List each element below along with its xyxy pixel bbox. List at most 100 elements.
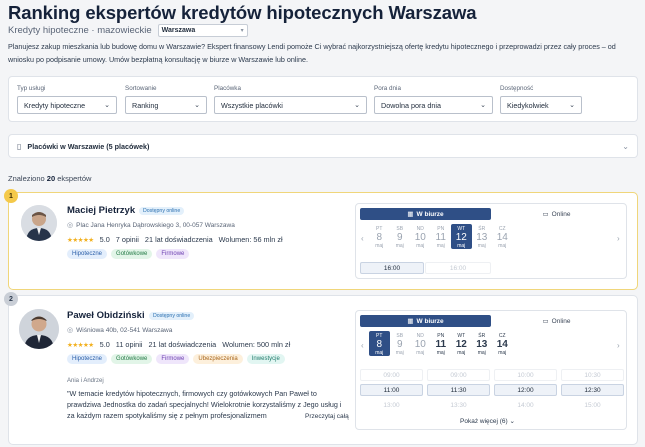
next-week-icon[interactable]: › bbox=[617, 234, 620, 243]
day-cell[interactable]: CZ 14 maj bbox=[492, 331, 513, 356]
tag: Firmowe bbox=[156, 354, 190, 364]
availability-select[interactable]: Kiedykolwiek ⌄ bbox=[500, 96, 582, 114]
person-photo-icon bbox=[19, 309, 59, 349]
time-slot[interactable]: 12:00 bbox=[494, 384, 557, 396]
chevron-down-icon: ⌄ bbox=[569, 102, 575, 109]
tag: Hipoteczne bbox=[67, 354, 108, 364]
expert-name[interactable]: Maciej Pietrzyk bbox=[67, 205, 135, 216]
day-month: maj bbox=[477, 243, 486, 249]
expert-card: 1 Maciej Pietrzyk Dostępny online ◎ Plac… bbox=[4, 189, 638, 290]
day-cell: ND 10 maj bbox=[410, 331, 431, 356]
select-value: Kredyty hipoteczne bbox=[24, 100, 86, 110]
day-cell[interactable]: ŚR 13 maj bbox=[472, 331, 493, 356]
filter-branch: Placówka Wszystkie placówki ⌄ bbox=[214, 85, 367, 114]
tag: Inwestycje bbox=[246, 354, 285, 364]
filter-label: Sortowanie bbox=[125, 85, 157, 92]
day-date: 14 bbox=[496, 339, 508, 350]
tag: Gotówkowe bbox=[111, 249, 153, 259]
city-select-value: Warszawa bbox=[161, 27, 196, 34]
time-slot-unavailable: 09:00 bbox=[360, 369, 423, 381]
day-month: maj bbox=[395, 350, 404, 356]
read-more-link[interactable]: Przeczytaj całą bbox=[301, 413, 353, 420]
service-type-select[interactable]: Kredyty hipoteczne ⌄ bbox=[17, 96, 117, 114]
show-more-button[interactable]: Pokaż więcej (6) ⌄ bbox=[460, 417, 515, 425]
mode-online-label: Online bbox=[551, 210, 571, 218]
time-slot[interactable]: 16:00 bbox=[360, 262, 424, 274]
mode-office-label: W biurze bbox=[416, 317, 444, 325]
rating-value: 5.0 bbox=[99, 340, 110, 349]
day-date: 9 bbox=[396, 339, 403, 350]
day-date: 14 bbox=[496, 232, 508, 243]
day-cell: PN 11 maj bbox=[431, 224, 452, 249]
time-slot[interactable]: 11:00 bbox=[360, 384, 423, 396]
expert-stats: ★★★★★ 5.0 11 opinii 21 lat doświadczenia… bbox=[67, 340, 290, 349]
reviews-count[interactable]: 7 opinii bbox=[116, 235, 139, 244]
time-slot-unavailable: 09:00 bbox=[427, 369, 490, 381]
schedule-panel: ▦ W biurze ▭ Online ‹ › PT 8 maj SB 9 maj ND… bbox=[355, 203, 627, 279]
day-month: maj bbox=[498, 243, 507, 249]
prev-week-icon[interactable]: ‹ bbox=[361, 234, 364, 243]
day-month: maj bbox=[395, 243, 404, 249]
show-more-label: Pokaż więcej (6) bbox=[460, 418, 508, 425]
day-date: 10 bbox=[414, 339, 426, 350]
mode-online-button[interactable]: ▭ Online bbox=[491, 208, 622, 220]
day-month: maj bbox=[375, 243, 384, 249]
day-date: 13 bbox=[476, 232, 488, 243]
chevron-down-icon: ⌄ bbox=[194, 102, 200, 109]
mode-toggle: ▦ W biurze ▭ Online bbox=[360, 208, 622, 220]
day-cell[interactable]: PN 11 maj bbox=[431, 331, 452, 356]
branches-accordion[interactable]: ▯ Placówki w Warszawie (5 placówek) ⌄ bbox=[8, 134, 638, 158]
day-date: 11 bbox=[435, 339, 447, 350]
expert-name[interactable]: Paweł Obidziński bbox=[67, 310, 145, 321]
next-week-icon[interactable]: › bbox=[617, 341, 620, 350]
sorting-select[interactable]: Ranking ⌄ bbox=[125, 96, 207, 114]
results-prefix: Znaleziono bbox=[8, 174, 45, 183]
time-slot[interactable]: 11:30 bbox=[427, 384, 490, 396]
day-month: maj bbox=[498, 350, 507, 356]
time-slot-unavailable: 16:00 bbox=[425, 262, 491, 274]
branch-select[interactable]: Wszystkie placówki ⌄ bbox=[214, 96, 367, 114]
star-rating-icon: ★★★★★ bbox=[67, 236, 94, 244]
video-icon: ▭ bbox=[542, 211, 549, 218]
branches-label: Placówki w Warszawie (5 placówek) bbox=[27, 141, 150, 151]
day-cell[interactable]: WT 12 maj bbox=[451, 331, 472, 356]
day-date: 13 bbox=[476, 339, 488, 350]
chevron-down-icon: ⌄ bbox=[480, 102, 486, 109]
address-text: Plac Jana Henryka Dąbrowskiego 3, 00-057… bbox=[76, 221, 235, 229]
day-date: 11 bbox=[435, 232, 446, 243]
select-value: Dowolna pora dnia bbox=[381, 100, 441, 110]
avatar[interactable] bbox=[19, 309, 59, 349]
time-slot-unavailable: 13:30 bbox=[450, 401, 467, 409]
rank-badge: 1 bbox=[4, 189, 18, 203]
day-month: maj bbox=[375, 350, 384, 356]
time-slot-unavailable: 15:00 bbox=[584, 401, 601, 409]
mode-office-button[interactable]: ▦ W biurze bbox=[360, 208, 491, 220]
day-cell: SB 9 maj bbox=[390, 331, 411, 356]
filters-panel: Typ usługi Kredyty hipoteczne ⌄ Sortowan… bbox=[8, 76, 638, 122]
filter-label: Typ usługi bbox=[17, 85, 46, 92]
day-date: 9 bbox=[396, 232, 403, 243]
day-cell-selected[interactable]: WT 12 maj bbox=[451, 224, 472, 249]
expert-address: ◎ Wiśniowa 40b, 02-541 Warszawa bbox=[67, 326, 172, 335]
time-of-day-select[interactable]: Dowolna pora dnia ⌄ bbox=[374, 96, 493, 114]
intro-text: Planujesz zakup mieszkania lub budowę do… bbox=[8, 42, 616, 64]
experience: 21 lat doświadczenia bbox=[144, 235, 213, 244]
chevron-down-icon: ▾ bbox=[240, 28, 244, 34]
city-select[interactable]: Warszawa ▾ bbox=[157, 24, 248, 37]
avatar[interactable] bbox=[21, 205, 57, 241]
day-cell: ŚR 13 maj bbox=[472, 224, 493, 249]
volume: Wolumen: 500 mln zł bbox=[222, 340, 291, 349]
select-value: Kiedykolwiek bbox=[507, 100, 549, 110]
tag: Hipoteczne bbox=[67, 249, 108, 259]
expert-address: ◎ Plac Jana Henryka Dąbrowskiego 3, 00-0… bbox=[67, 221, 235, 230]
day-date: 8 bbox=[376, 339, 383, 350]
tags-list: Hipoteczne Gotówkowe Firmowe Ubezpieczen… bbox=[67, 354, 285, 364]
day-cell-selected[interactable]: PT 8 maj bbox=[369, 331, 390, 356]
prev-week-icon[interactable]: ‹ bbox=[361, 341, 364, 350]
reviews-count[interactable]: 11 opinii bbox=[116, 340, 143, 349]
building-icon: ▦ bbox=[407, 318, 414, 325]
time-slot[interactable]: 12:30 bbox=[561, 384, 624, 396]
mode-online-button[interactable]: ▭ Online bbox=[491, 315, 622, 327]
mode-office-button[interactable]: ▦ W biurze bbox=[360, 315, 491, 327]
chevron-down-icon: ⌄ bbox=[509, 418, 515, 425]
